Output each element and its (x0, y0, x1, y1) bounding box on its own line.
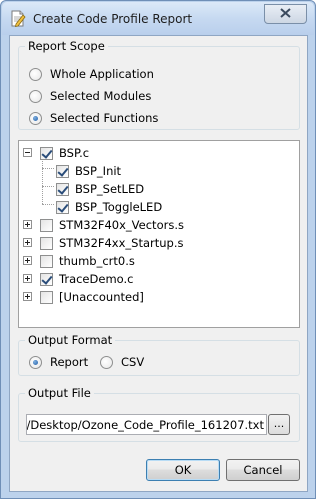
checkbox[interactable] (40, 236, 53, 250)
tree-item-label: BSP_ToggleLED (75, 200, 163, 214)
radio-button[interactable] (29, 67, 42, 81)
radio-label: Selected Functions (50, 111, 159, 125)
close-button[interactable] (264, 4, 307, 24)
tree-item-label: BSP.c (59, 146, 90, 160)
radio-selected-functions[interactable]: Selected Functions (29, 110, 158, 126)
tree-item-unaccounted[interactable]: [Unaccounted] (19, 288, 144, 306)
tree-item-stm32f40x-vectors[interactable]: STM32F40x_Vectors.s (19, 216, 184, 234)
output-format-group: Output Format Report CSV (18, 333, 300, 376)
browse-button[interactable]: ... (268, 414, 290, 435)
checkbox[interactable] (56, 164, 69, 178)
output-file-input[interactable]: annes/Desktop/Ozone_Code_Profile_161207.… (26, 414, 267, 435)
radio-button[interactable] (29, 111, 42, 125)
radio-report[interactable]: Report (29, 354, 88, 370)
report-scope-group: Report Scope Whole Application Selected … (18, 39, 300, 130)
tree-item-label: STM32F40x_Vectors.s (59, 218, 184, 232)
output-file-label: Output File (25, 386, 94, 400)
tree-item-bsp-toggleled[interactable]: BSP_ToggleLED (19, 198, 162, 216)
close-icon (280, 7, 291, 21)
edit-document-icon (10, 10, 26, 28)
radio-button[interactable] (100, 355, 113, 369)
window-title: Create Code Profile Report (33, 12, 193, 26)
radio-button[interactable] (29, 89, 42, 103)
cancel-button[interactable]: Cancel (226, 459, 300, 481)
radio-label: CSV (121, 355, 145, 369)
checkbox[interactable] (40, 218, 53, 232)
title-bar: Create Code Profile Report (2, 2, 314, 35)
ok-button[interactable]: OK (146, 459, 220, 481)
tree-item-label: BSP_SetLED (75, 182, 145, 196)
tree-item-tracedemo[interactable]: TraceDemo.c (19, 270, 133, 288)
tree-item-label: BSP_Init (75, 164, 122, 178)
radio-whole-application[interactable]: Whole Application (29, 66, 154, 82)
radio-label: Selected Modules (50, 89, 152, 103)
expand-icon[interactable] (23, 238, 32, 247)
checkbox[interactable] (40, 272, 53, 286)
tree-item-label: TraceDemo.c (59, 272, 134, 286)
radio-selected-modules[interactable]: Selected Modules (29, 88, 151, 104)
expand-icon[interactable] (23, 256, 32, 265)
tree-item-bsp-setled[interactable]: BSP_SetLED (19, 180, 144, 198)
checkbox[interactable] (56, 200, 69, 214)
function-tree[interactable]: BSP.c BSP_Init BSP_SetLED BSP_ToggleLED … (18, 140, 300, 328)
tree-item-label: [Unaccounted] (59, 290, 144, 304)
output-format-label: Output Format (25, 333, 116, 347)
radio-label: Report (50, 355, 89, 369)
tree-item-bsp-init[interactable]: BSP_Init (19, 162, 121, 180)
checkbox[interactable] (40, 254, 53, 268)
report-scope-label: Report Scope (25, 39, 108, 53)
tree-item-thumb-crt0[interactable]: thumb_crt0.s (19, 252, 135, 270)
tree-item-stm32f4xx-startup[interactable]: STM32F4xx_Startup.s (19, 234, 184, 252)
expand-icon[interactable] (23, 274, 32, 283)
tree-item-label: STM32F4xx_Startup.s (59, 236, 184, 250)
tree-item-label: thumb_crt0.s (59, 254, 135, 268)
expand-icon[interactable] (23, 220, 32, 229)
dialog-body: Report Scope Whole Application Selected … (9, 35, 308, 492)
collapse-icon[interactable] (23, 148, 32, 157)
radio-label: Whole Application (50, 67, 154, 81)
radio-button[interactable] (29, 355, 42, 369)
expand-icon[interactable] (23, 292, 32, 301)
tree-item-bsp-c[interactable]: BSP.c (19, 144, 89, 162)
dialog-window: Create Code Profile Report Report Scope … (0, 0, 316, 499)
checkbox[interactable] (40, 290, 53, 304)
checkbox[interactable] (40, 146, 53, 160)
checkbox[interactable] (56, 182, 69, 196)
radio-csv[interactable]: CSV (100, 354, 144, 370)
